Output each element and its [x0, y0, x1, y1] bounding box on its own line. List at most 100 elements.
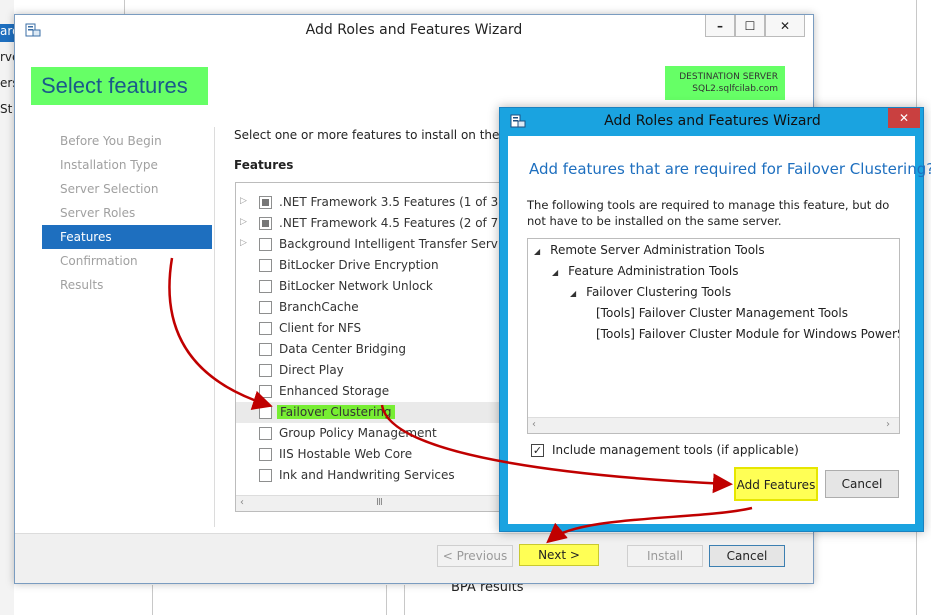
scroll-grip-icon[interactable]: Ⅲ [376, 497, 383, 508]
cancel-button[interactable]: Cancel [709, 545, 785, 567]
feature-checkbox[interactable] [259, 217, 272, 230]
feature-checkbox[interactable] [259, 280, 272, 293]
expand-icon[interactable]: ▷ [240, 238, 247, 248]
minimize-button[interactable]: – [705, 15, 735, 37]
feature-row[interactable]: ▷ .NET Framework 4.5 Features (2 of 7 ins… [236, 213, 534, 234]
include-tools-label: Include management tools (if applicable) [552, 443, 799, 457]
expand-icon[interactable]: ▷ [240, 196, 247, 206]
nav-item-before-you-begin[interactable]: Before You Begin [42, 129, 212, 153]
feature-row[interactable]: BitLocker Network Unlock [236, 276, 534, 297]
destination-server-box: DESTINATION SERVER SQL2.sqlfcilab.com [665, 66, 785, 100]
feature-row[interactable]: Client for NFS [236, 318, 534, 339]
feature-checkbox[interactable] [259, 406, 272, 419]
background-selected-item: ard [0, 24, 14, 42]
feature-row[interactable]: BitLocker Drive Encryption [236, 255, 534, 276]
feature-label: Failover Clustering [277, 405, 395, 419]
background-window-strip [0, 0, 14, 615]
feature-row[interactable]: BranchCache [236, 297, 534, 318]
feature-row[interactable]: Direct Play [236, 360, 534, 381]
background-divider [152, 585, 153, 615]
feature-checkbox[interactable] [259, 301, 272, 314]
feature-checkbox[interactable] [259, 385, 272, 398]
feature-row[interactable]: Group Policy Management [236, 423, 534, 444]
tree-node-label: [Tools] Failover Cluster Module for Wind… [596, 327, 900, 341]
tree-horizontal-scrollbar[interactable]: ‹ › [528, 417, 899, 433]
tree-node[interactable]: [Tools] Failover Cluster Management Tool… [596, 306, 848, 327]
features-list[interactable]: ▷ .NET Framework 3.5 Features (1 of 3 ins… [235, 182, 535, 512]
maximize-button[interactable]: ☐ [735, 15, 765, 37]
feature-label: .NET Framework 3.5 Features (1 of 3 inst… [279, 195, 535, 209]
feature-label: Enhanced Storage [279, 384, 390, 398]
collapse-icon[interactable]: ◢ [534, 247, 540, 256]
destination-server-label: DESTINATION SERVER [679, 72, 778, 82]
nav-item-features[interactable]: Features [42, 225, 212, 249]
feature-row[interactable]: ▷ .NET Framework 3.5 Features (1 of 3 ins… [236, 192, 534, 213]
nav-item-server-selection[interactable]: Server Selection [42, 177, 212, 201]
nav-item-server-roles[interactable]: Server Roles [42, 201, 212, 225]
tree-node[interactable]: ◢ Feature Administration Tools [552, 264, 739, 285]
feature-row[interactable]: IIS Hostable Web Core [236, 444, 534, 465]
nav-item-results[interactable]: Results [42, 273, 212, 297]
feature-checkbox[interactable] [259, 343, 272, 356]
close-button[interactable]: ✕ [765, 15, 805, 37]
required-tools-tree[interactable]: ◢ Remote Server Administration Tools ◢ Feat… [527, 238, 900, 434]
scroll-right-icon[interactable]: › [886, 419, 890, 430]
dialog-description: The following tools are required to mana… [527, 198, 890, 228]
collapse-icon[interactable]: ◢ [570, 289, 576, 298]
tree-node[interactable]: ◢ Remote Server Administration Tools [534, 243, 765, 264]
background-divider [404, 585, 405, 615]
feature-label: .NET Framework 4.5 Features (2 of 7 inst… [279, 216, 535, 230]
tree-node[interactable]: ◢ Failover Clustering Tools [570, 285, 731, 306]
install-button[interactable]: Install [627, 545, 703, 567]
feature-label: Direct Play [279, 363, 344, 377]
nav-item-confirmation[interactable]: Confirmation [42, 249, 212, 273]
feature-checkbox[interactable] [259, 469, 272, 482]
feature-checkbox[interactable] [259, 427, 272, 440]
features-horizontal-scrollbar[interactable]: ‹ Ⅲ [236, 495, 534, 511]
feature-label: BitLocker Drive Encryption [279, 258, 439, 272]
feature-checkbox[interactable] [259, 259, 272, 272]
wizard-titlebar[interactable]: Add Roles and Features Wizard – ☐ ✕ [15, 15, 813, 45]
feature-row[interactable]: Failover Clustering [236, 402, 534, 423]
tree-node[interactable]: [Tools] Failover Cluster Module for Wind… [596, 327, 900, 348]
scroll-left-icon[interactable]: ‹ [532, 419, 536, 430]
dialog-close-button[interactable]: ✕ [888, 108, 920, 128]
previous-button[interactable]: < Previous [437, 545, 513, 567]
feature-label: BranchCache [279, 300, 359, 314]
feature-label: Ink and Handwriting Services [279, 468, 455, 482]
features-header: Features [234, 158, 294, 172]
feature-checkbox[interactable] [259, 196, 272, 209]
tree-node-label: Remote Server Administration Tools [550, 243, 765, 257]
features-intro-text: Select one or more features to install o… [234, 128, 539, 142]
scroll-left-icon[interactable]: ‹ [240, 497, 244, 508]
dialog-heading: Add features that are required for Failo… [529, 160, 931, 178]
dialog-body: Add features that are required for Failo… [508, 136, 931, 524]
dialog-cancel-button[interactable]: Cancel [825, 470, 899, 498]
feature-label: Group Policy Management [279, 426, 437, 440]
tree-node-label: [Tools] Failover Cluster Management Tool… [596, 306, 848, 320]
feature-row[interactable]: Ink and Handwriting Services [236, 465, 534, 486]
feature-label: BitLocker Network Unlock [279, 279, 433, 293]
feature-row[interactable]: Enhanced Storage [236, 381, 534, 402]
feature-row[interactable]: Data Center Bridging [236, 339, 534, 360]
feature-checkbox[interactable] [259, 364, 272, 377]
wizard-title: Add Roles and Features Wizard [305, 22, 523, 38]
next-button[interactable]: Next > [519, 544, 599, 566]
feature-checkbox[interactable] [259, 322, 272, 335]
feature-label: Data Center Bridging [279, 342, 406, 356]
add-required-features-dialog: Add Roles and Features Wizard ✕ Add feat… [499, 107, 931, 532]
collapse-icon[interactable]: ◢ [552, 268, 558, 277]
feature-checkbox[interactable] [259, 238, 272, 251]
page-title: Select features [31, 67, 208, 105]
add-features-button[interactable]: Add Features [734, 467, 818, 501]
tree-node-label: Feature Administration Tools [568, 264, 739, 278]
expand-icon[interactable]: ▷ [240, 217, 247, 227]
feature-label: Client for NFS [279, 321, 362, 335]
nav-divider [214, 127, 215, 527]
include-tools-checkbox[interactable]: ✓ [531, 444, 544, 457]
feature-checkbox[interactable] [259, 448, 272, 461]
wizard-footer: < Previous Next > Install Cancel [15, 533, 813, 583]
feature-label: IIS Hostable Web Core [279, 447, 413, 461]
feature-row[interactable]: ▷ Background Intelligent Transfer Service… [236, 234, 534, 255]
nav-item-installation-type[interactable]: Installation Type [42, 153, 212, 177]
